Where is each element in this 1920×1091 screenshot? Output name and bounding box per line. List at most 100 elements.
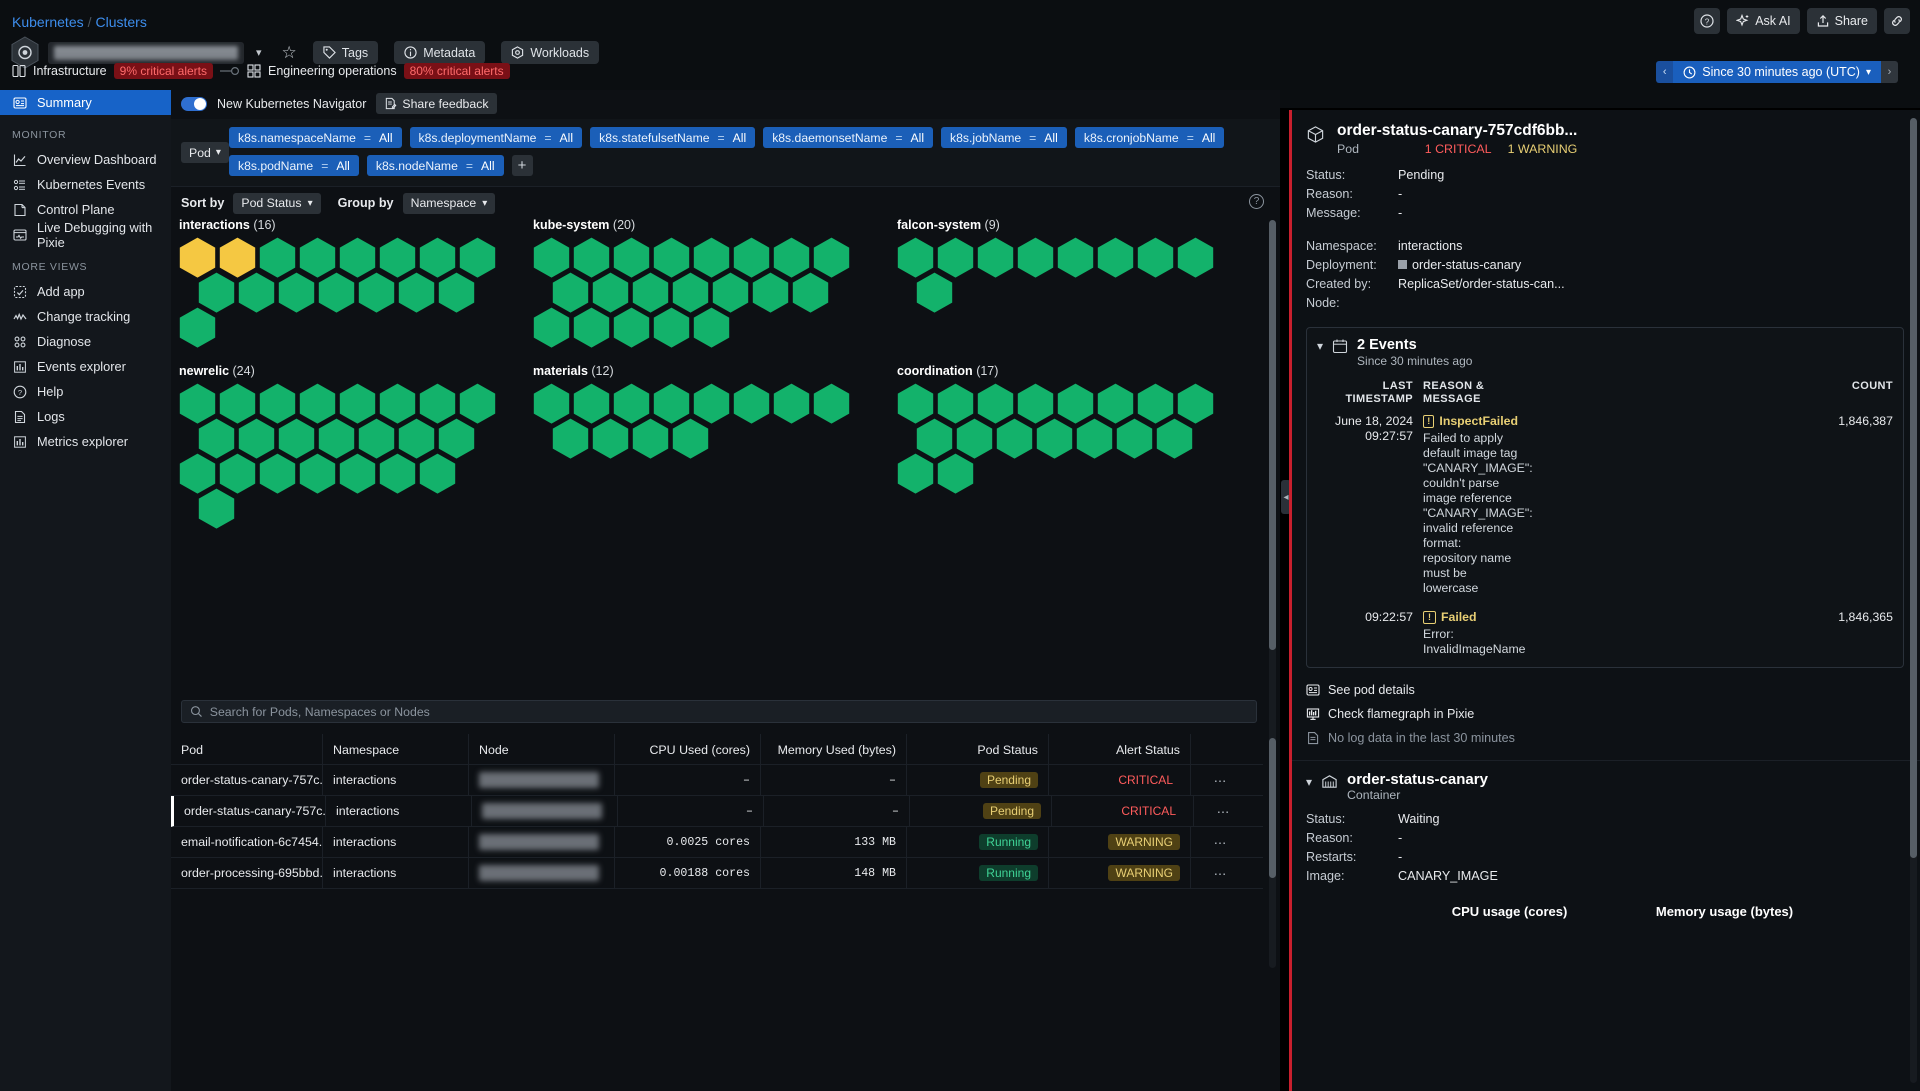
pod-hexagon[interactable] — [1156, 418, 1193, 459]
pod-hexagon[interactable] — [1097, 237, 1134, 278]
chevron-down-icon[interactable]: ▾ — [1317, 339, 1323, 353]
pod-hexagon[interactable] — [592, 418, 629, 459]
new-kubernetes-navigator-toggle[interactable] — [181, 97, 207, 111]
table-column-header[interactable]: Node — [469, 734, 615, 765]
pod-hexagon[interactable] — [733, 383, 770, 424]
pod-hexagon[interactable] — [632, 418, 669, 459]
sidebar-item-summary[interactable]: Summary — [0, 90, 171, 115]
filter-chip[interactable]: k8s.statefulsetName=All — [590, 127, 755, 148]
pod-hexagon[interactable] — [653, 307, 690, 348]
filter-chip[interactable]: k8s.podName=All — [229, 155, 359, 176]
pod-hexagon[interactable] — [238, 272, 275, 313]
table-row[interactable]: order-processing-695bbd...interactions0.… — [171, 858, 1263, 889]
pod-hexagon[interactable] — [813, 383, 850, 424]
search-input[interactable] — [210, 705, 1248, 719]
sidebar-item-overview-dashboard[interactable]: Overview Dashboard — [0, 147, 171, 172]
pod-hexagon[interactable] — [318, 272, 355, 313]
events-card-header[interactable]: ▾ 2 Events Since 30 minutes ago — [1307, 328, 1903, 374]
table-column-header[interactable]: CPU Used (cores) — [615, 734, 761, 765]
filter-chip[interactable]: k8s.cronjobName=All — [1075, 127, 1225, 148]
table-column-header[interactable]: Pod — [171, 734, 323, 765]
breadcrumb-kubernetes[interactable]: Kubernetes — [12, 14, 84, 30]
row-more-actions-button[interactable]: ⋯ — [1191, 858, 1249, 889]
pod-hexagon[interactable] — [613, 307, 650, 348]
search-bar[interactable] — [181, 700, 1257, 723]
pod-hexagon[interactable] — [693, 307, 730, 348]
pod-hexagon[interactable] — [1036, 418, 1073, 459]
table-column-header[interactable] — [1191, 734, 1249, 765]
pod-hexagon[interactable] — [752, 272, 789, 313]
pod-hexagon[interactable] — [672, 418, 709, 459]
filter-chip[interactable]: k8s.daemonsetName=All — [763, 127, 933, 148]
chevron-down-icon[interactable]: ▾ — [1306, 775, 1312, 789]
sidebar-item-events-explorer[interactable]: Events explorer — [0, 354, 171, 379]
filter-chip[interactable]: k8s.jobName=All — [941, 127, 1067, 148]
pod-hexagon[interactable] — [1137, 237, 1174, 278]
entity-type-selector[interactable]: Pod ▾ — [181, 142, 229, 163]
sidebar-item-metrics-explorer[interactable]: Metrics explorer — [0, 429, 171, 454]
alert-group-engineering-operations[interactable]: Engineering operations 80% critical aler… — [247, 63, 510, 79]
pod-hexagon[interactable] — [299, 453, 336, 494]
pod-hexagon[interactable] — [573, 307, 610, 348]
pod-hexagon[interactable] — [358, 272, 395, 313]
sidebar-item-diagnose[interactable]: Diagnose — [0, 329, 171, 354]
time-range-button[interactable]: Since 30 minutes ago (UTC) ▾ — [1673, 61, 1881, 83]
pod-hexagon[interactable] — [1057, 237, 1094, 278]
container-section-header[interactable]: ▾ order-status-canary Container — [1292, 761, 1920, 802]
table-column-header[interactable]: Pod Status — [907, 734, 1049, 765]
pod-hexagon[interactable] — [897, 453, 934, 494]
pod-hexagon[interactable] — [259, 453, 296, 494]
table-row[interactable]: email-notification-6c7454...interactions… — [171, 827, 1263, 858]
add-filter-button[interactable]: + — [512, 155, 533, 176]
sidebar-item-logs[interactable]: Logs — [0, 404, 171, 429]
time-prev-button[interactable]: ‹ — [1656, 61, 1673, 83]
panel-link[interactable]: Check flamegraph in Pixie — [1306, 702, 1904, 726]
panel-link[interactable]: See pod details — [1306, 678, 1904, 702]
sidebar-item-help[interactable]: ? Help — [0, 379, 171, 404]
metadata-button[interactable]: Metadata — [394, 41, 485, 64]
pod-hexagon[interactable] — [792, 272, 829, 313]
main-scrollbar[interactable] — [1269, 220, 1276, 780]
pod-hexagon[interactable] — [1116, 418, 1153, 459]
pod-hexagon[interactable] — [552, 418, 589, 459]
entity-dropdown-chevron-down-icon[interactable]: ▾ — [256, 46, 262, 59]
share-button[interactable]: Share — [1807, 8, 1877, 34]
tags-button[interactable]: Tags — [313, 41, 378, 64]
filter-chip[interactable]: k8s.nodeName=All — [367, 155, 504, 176]
sidebar-item-change-tracking[interactable]: Change tracking — [0, 304, 171, 329]
pod-hexagon[interactable] — [937, 453, 974, 494]
pod-hexagon[interactable] — [1017, 237, 1054, 278]
table-column-header[interactable]: Alert Status — [1049, 734, 1191, 765]
pod-hexagon[interactable] — [773, 383, 810, 424]
pod-hexagon[interactable] — [198, 488, 235, 529]
pod-hexagon[interactable] — [1177, 237, 1214, 278]
help-button[interactable]: ? — [1694, 8, 1720, 34]
sidebar-item-add-app[interactable]: Add app — [0, 279, 171, 304]
entity-name-field[interactable] — [48, 42, 244, 64]
panel-scrollbar[interactable] — [1910, 118, 1917, 1083]
table-row[interactable]: order-status-canary-757c...interactions–… — [171, 765, 1263, 796]
pod-hexagon[interactable] — [438, 272, 475, 313]
row-more-actions-button[interactable]: ⋯ — [1194, 796, 1252, 827]
pod-hexagon[interactable] — [339, 453, 376, 494]
share-feedback-button[interactable]: Share feedback — [376, 93, 496, 114]
hex-help-icon[interactable]: ? — [1249, 194, 1264, 209]
favorite-star-icon[interactable]: ☆ — [282, 43, 297, 63]
row-more-actions-button[interactable]: ⋯ — [1191, 827, 1249, 858]
sort-by-select[interactable]: Pod Status ▾ — [233, 193, 320, 214]
pod-hexagon[interactable] — [1076, 418, 1113, 459]
table-row[interactable]: order-status-canary-757c...interactions–… — [171, 796, 1263, 827]
row-more-actions-button[interactable]: ⋯ — [1191, 765, 1249, 796]
workloads-button[interactable]: Workloads — [501, 41, 599, 64]
breadcrumb-clusters[interactable]: Clusters — [96, 14, 147, 30]
table-column-header[interactable]: Namespace — [323, 734, 469, 765]
pod-hexagon[interactable] — [533, 307, 570, 348]
filter-chip[interactable]: k8s.namespaceName=All — [229, 127, 402, 148]
group-by-select[interactable]: Namespace ▾ — [403, 193, 496, 214]
table-column-header[interactable]: Memory Used (bytes) — [761, 734, 907, 765]
ask-ai-button[interactable]: Ask AI — [1727, 8, 1799, 34]
sidebar-item-control-plane[interactable]: Control Plane — [0, 197, 171, 222]
pod-hexagon[interactable] — [278, 272, 315, 313]
sidebar-item-kubernetes-events[interactable]: Kubernetes Events — [0, 172, 171, 197]
sidebar-item-live-debugging-with-pixie[interactable]: Live Debugging with Pixie — [0, 222, 171, 247]
